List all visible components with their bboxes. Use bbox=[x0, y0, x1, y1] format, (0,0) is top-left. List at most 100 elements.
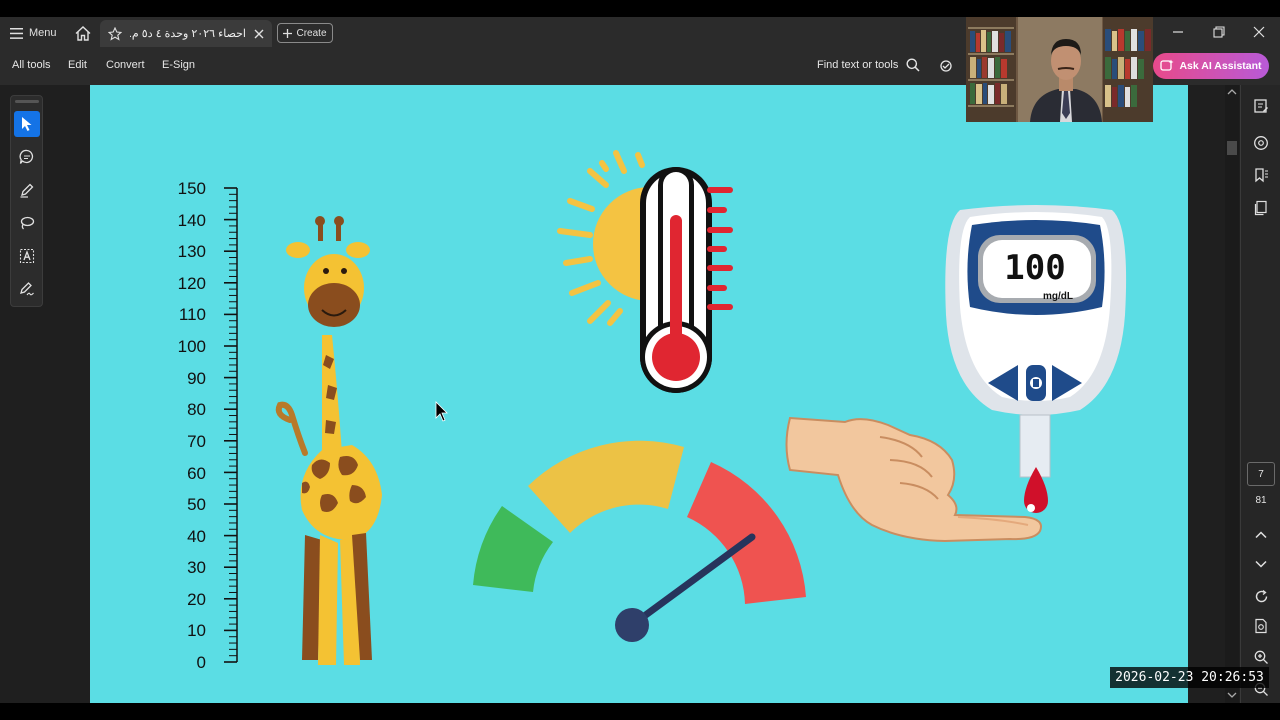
edit-document-icon bbox=[1254, 99, 1268, 113]
convert-button[interactable]: Convert bbox=[106, 59, 145, 71]
previous-page-button[interactable] bbox=[1251, 525, 1271, 545]
hamburger-icon bbox=[10, 27, 23, 39]
minimize-button[interactable] bbox=[1170, 24, 1186, 40]
refresh-icon bbox=[1255, 589, 1267, 602]
cursor-arrow-icon bbox=[22, 117, 32, 131]
height-ruler: 150 140 130 120 110 100 90 80 70 60 50 4… bbox=[178, 179, 238, 672]
comment-at-icon bbox=[1254, 136, 1268, 150]
pen-icon bbox=[20, 183, 34, 198]
plus-icon bbox=[283, 28, 293, 38]
ruler-label: 140 bbox=[178, 211, 206, 230]
lasso-icon bbox=[20, 216, 35, 230]
pages-thumbnails-button[interactable] bbox=[1251, 198, 1271, 218]
zoom-in-button[interactable] bbox=[1251, 647, 1271, 667]
glucometer-unit: mg/dL bbox=[1043, 291, 1073, 302]
accessibility-tool-button[interactable] bbox=[937, 58, 955, 74]
close-window-button[interactable] bbox=[1251, 24, 1267, 40]
tab-title: احصاء ٢٠٢٦ وحدة ٤ د٥ م.م... bbox=[130, 28, 246, 40]
comment-icon bbox=[19, 149, 34, 164]
ruler-label: 60 bbox=[187, 464, 206, 483]
chevron-up-icon bbox=[1255, 531, 1267, 539]
vertical-scrollbar[interactable] bbox=[1225, 85, 1239, 703]
home-button[interactable] bbox=[72, 22, 94, 44]
ruler-labels: 150 140 130 120 110 100 90 80 70 60 50 4… bbox=[178, 179, 206, 672]
ruler-label: 90 bbox=[187, 369, 206, 388]
select-tool-button[interactable] bbox=[14, 111, 40, 137]
draw-tool-button[interactable] bbox=[14, 210, 40, 236]
minimize-icon bbox=[1173, 31, 1183, 33]
restore-button[interactable] bbox=[1211, 24, 1227, 40]
bookmarks-button[interactable] bbox=[1251, 165, 1271, 185]
top-black-strip bbox=[0, 0, 1280, 17]
bottom-black-strip bbox=[0, 703, 1280, 720]
next-page-button[interactable] bbox=[1251, 554, 1271, 574]
webcam-overlay bbox=[966, 17, 1153, 122]
ruler-label: 50 bbox=[187, 495, 206, 514]
signature-icon bbox=[20, 282, 34, 296]
home-icon bbox=[75, 25, 91, 41]
ruler-label: 120 bbox=[178, 274, 206, 293]
ruler-label: 150 bbox=[178, 179, 206, 198]
ai-sparkle-icon bbox=[1160, 59, 1174, 71]
recording-timestamp: 2026-02-23 20:26:53 bbox=[1110, 667, 1269, 688]
sun-illustration bbox=[557, 150, 650, 326]
scroll-down-icon[interactable] bbox=[1227, 691, 1237, 699]
right-tools-rail: 7 81 bbox=[1240, 85, 1280, 703]
text-tool-button[interactable] bbox=[14, 243, 40, 269]
extract-page-button[interactable] bbox=[1251, 616, 1271, 636]
restore-icon bbox=[1213, 26, 1225, 38]
ruler-label: 100 bbox=[178, 337, 206, 356]
document-tab[interactable]: احصاء ٢٠٢٦ وحدة ٤ د٥ م.م... bbox=[100, 20, 272, 47]
glucometer-reading: 100 bbox=[1004, 248, 1065, 288]
gauge-illustration bbox=[473, 440, 806, 642]
ruler-label: 0 bbox=[197, 653, 206, 672]
search-icon bbox=[906, 58, 920, 72]
edit-button[interactable]: Edit bbox=[68, 59, 87, 71]
palette-drag-handle[interactable] bbox=[15, 100, 39, 103]
rotate-button[interactable] bbox=[1251, 586, 1271, 606]
pages-icon bbox=[1254, 200, 1267, 216]
export-pdf-button[interactable] bbox=[1251, 96, 1271, 116]
left-rail bbox=[0, 85, 90, 703]
ruler-label: 40 bbox=[187, 527, 206, 546]
find-label: Find text or tools bbox=[817, 59, 899, 71]
menu-button[interactable]: Menu bbox=[10, 23, 57, 43]
close-icon[interactable] bbox=[254, 29, 264, 39]
chevron-down-icon bbox=[1255, 560, 1267, 568]
right-area: 7 81 bbox=[1188, 85, 1280, 703]
esign-button[interactable]: E-Sign bbox=[162, 59, 195, 71]
scroll-up-icon[interactable] bbox=[1227, 88, 1237, 96]
scrollbar-thumb[interactable] bbox=[1227, 141, 1237, 155]
quick-tools-palette bbox=[10, 95, 43, 307]
highlight-tool-button[interactable] bbox=[14, 177, 40, 203]
read-aloud-icon bbox=[940, 60, 952, 72]
ruler-ticks bbox=[224, 187, 237, 663]
comment-tool-button[interactable] bbox=[14, 144, 40, 170]
zoom-in-icon bbox=[1254, 650, 1268, 664]
document-page[interactable]: 150 140 130 120 110 100 90 80 70 60 50 4… bbox=[90, 85, 1188, 703]
mouse-cursor bbox=[435, 401, 448, 422]
bookmark-icon bbox=[1255, 168, 1268, 183]
ruler-label: 10 bbox=[187, 621, 206, 640]
document-search-icon bbox=[1254, 618, 1267, 634]
ai-assistant-label: Ask AI Assistant bbox=[1179, 60, 1262, 72]
webcam-video bbox=[966, 17, 1153, 122]
close-window-icon bbox=[1253, 26, 1265, 38]
create-label: Create bbox=[296, 27, 327, 39]
find-tools-search[interactable]: Find text or tools bbox=[817, 58, 920, 72]
hand-illustration bbox=[785, 416, 1042, 543]
sign-tool-button[interactable] bbox=[14, 276, 40, 302]
ask-ai-assistant-button[interactable]: Ask AI Assistant bbox=[1153, 53, 1269, 79]
ruler-label: 110 bbox=[179, 305, 206, 324]
ruler-label: 130 bbox=[178, 242, 206, 261]
create-button[interactable]: Create bbox=[277, 23, 333, 43]
current-page-input[interactable]: 7 bbox=[1247, 462, 1275, 486]
ruler-label: 30 bbox=[187, 558, 206, 577]
comments-panel-button[interactable] bbox=[1251, 133, 1271, 153]
glucometer-illustration: 100 mg/dL bbox=[945, 205, 1127, 513]
ruler-label: 80 bbox=[187, 400, 206, 419]
star-icon[interactable] bbox=[108, 26, 122, 41]
all-tools-button[interactable]: All tools bbox=[12, 59, 51, 71]
ruler-label: 70 bbox=[187, 432, 206, 451]
thermometer-illustration bbox=[640, 167, 733, 393]
